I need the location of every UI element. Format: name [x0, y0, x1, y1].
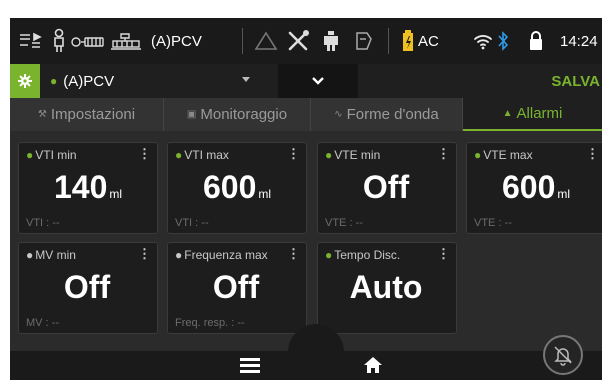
monitor-icon: ▣	[186, 109, 197, 120]
tab-label: Allarmi	[516, 105, 563, 122]
card-value: 600 ml	[202, 169, 272, 205]
card-value: Off	[212, 269, 260, 305]
card-title: ● MV min	[26, 248, 76, 262]
card-footer: MV : --	[26, 317, 59, 329]
card-title: ● Tempo Disc.	[325, 248, 401, 262]
waveform-icon: ∿	[334, 109, 343, 120]
alarm-card-vti-max[interactable]: ● VTI max ⋮ 600 ml VTI : --	[167, 142, 307, 234]
card-value: 140 ml	[53, 169, 123, 205]
card-value: Off	[63, 269, 111, 305]
alarm-card-vti-min[interactable]: ● VTI min ⋮ 140 ml VTI : --	[18, 142, 158, 234]
kebab-menu-icon[interactable]: ⋮	[287, 146, 300, 162]
kebab-menu-icon[interactable]: ⋮	[437, 246, 450, 262]
bell-icon: ▲	[502, 108, 513, 119]
card-value: Off	[362, 169, 410, 205]
status-mode: (A)PCV	[151, 32, 202, 50]
card-footer: VTE : --	[325, 217, 363, 229]
alarm-card-vte-max[interactable]: ● VTE max ⋮ 600 ml VTE : --	[466, 142, 602, 234]
kebab-menu-icon[interactable]: ⋮	[586, 146, 599, 162]
card-title: ● Frequenza max	[175, 248, 268, 262]
kebab-menu-icon[interactable]: ⋮	[437, 146, 450, 162]
o2-sensor-icon	[354, 18, 374, 64]
mode-settings-button[interactable]	[10, 64, 40, 98]
clock: 14:24	[560, 32, 598, 50]
save-button[interactable]: SALVA	[551, 64, 600, 98]
battery-icon	[402, 18, 414, 64]
hose-icon[interactable]	[18, 18, 44, 64]
alarm-card-frequenza-max[interactable]: ● Frequenza max ⋮ Off Freq. resp. : --	[167, 242, 307, 334]
mode-dropdown-button[interactable]	[278, 64, 358, 98]
warning-triangle-icon	[254, 18, 278, 64]
tab-label: Impostazioni	[50, 106, 136, 123]
nebulizer-icon	[109, 18, 143, 64]
lock-icon[interactable]	[529, 18, 543, 64]
kebab-menu-icon[interactable]: ⋮	[287, 246, 300, 262]
tab-label: Monitoraggio	[200, 106, 288, 123]
card-title: ● VTE min	[325, 148, 381, 162]
tab-allarmi[interactable]: ▲ Allarmi	[463, 98, 602, 131]
card-footer: VTI : --	[175, 217, 209, 229]
card-footer: VTE : --	[474, 217, 512, 229]
alarm-card-vte-min[interactable]: ● VTE min ⋮ Off VTE : --	[317, 142, 457, 234]
home-icon[interactable]	[363, 355, 383, 380]
card-title: ● VTE max	[474, 148, 533, 162]
alarm-card-mv-min[interactable]: ● MV min ⋮ Off MV : --	[18, 242, 158, 334]
card-value: Auto	[349, 269, 423, 305]
chevron-down-icon	[312, 77, 324, 85]
menu-icon[interactable]	[240, 357, 260, 378]
tab-impostazioni[interactable]: ⚒ Impostazioni	[10, 98, 164, 131]
card-footer: VTI : --	[26, 217, 60, 229]
tab-label: Forme d'onda	[346, 106, 439, 123]
card-title: ● VTI max	[175, 148, 229, 162]
active-dot: ●	[50, 74, 58, 88]
patient-connection-icon	[322, 18, 340, 64]
power-source: AC	[418, 32, 439, 50]
kebab-menu-icon[interactable]: ⋮	[138, 146, 151, 162]
bell-silence-icon	[554, 346, 572, 366]
card-title: ● VTI min	[26, 148, 77, 162]
mode-bar: ● (A)PCV SALVA	[10, 64, 602, 98]
bottom-nav-bar	[10, 351, 602, 380]
ventilator-screen: (A)PCV AC 14:24 ● (A)PCV SALVA ⚒ Imposta…	[10, 18, 602, 380]
wifi-icon[interactable]	[473, 18, 493, 64]
tab-bar: ⚒ Impostazioni ▣ Monitoraggio ∿ Forme d'…	[10, 98, 602, 131]
gear-icon	[18, 74, 32, 88]
patient-adult-icon	[52, 18, 66, 64]
wrench-icon: ⚒	[37, 109, 47, 120]
kebab-menu-icon[interactable]: ⋮	[138, 246, 151, 262]
mode-selector[interactable]: ● (A)PCV	[50, 64, 114, 98]
tab-monitoraggio[interactable]: ▣ Monitoraggio	[164, 98, 311, 131]
humidifier-icon	[70, 18, 106, 64]
bluetooth-icon[interactable]	[497, 18, 509, 64]
status-bar: (A)PCV AC 14:24	[10, 18, 602, 64]
caret-down-icon	[242, 77, 250, 82]
mode-selector-label: (A)PCV	[63, 72, 115, 90]
card-value: 600 ml	[501, 169, 571, 205]
tab-forme-onda[interactable]: ∿ Forme d'onda	[311, 98, 463, 131]
tools-icon[interactable]	[286, 18, 312, 64]
alarm-card-tempo-disc[interactable]: ● Tempo Disc. ⋮ Auto	[317, 242, 457, 334]
alarm-silence-button[interactable]	[543, 335, 583, 375]
card-footer: Freq. resp. : --	[175, 317, 245, 329]
